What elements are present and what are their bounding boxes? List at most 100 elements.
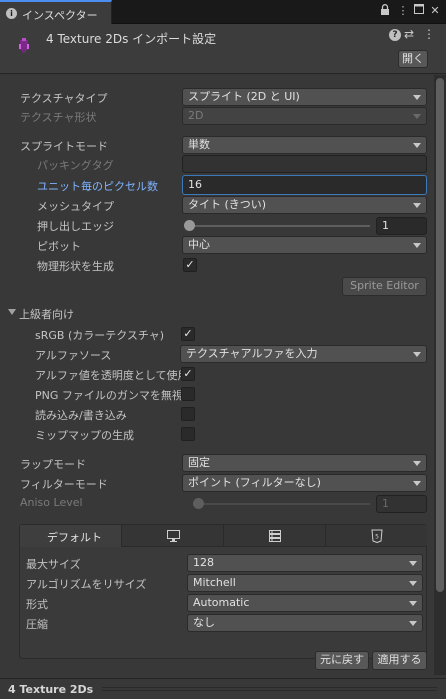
extrude-edges-slider-knob[interactable] bbox=[184, 220, 195, 231]
aniso-slider-track bbox=[198, 503, 370, 505]
mipmaps-checkbox[interactable] bbox=[181, 427, 195, 441]
texture-shape-dropdown: 2D bbox=[182, 107, 427, 125]
chevron-down-icon bbox=[413, 114, 421, 119]
packing-tag-field bbox=[182, 155, 427, 173]
read-write-checkbox[interactable] bbox=[181, 407, 195, 421]
mipmaps-label: ミップマップの生成 bbox=[35, 429, 134, 442]
filter-mode-value: ポイント (フィルターなし) bbox=[188, 476, 321, 489]
max-size-value: 128 bbox=[193, 556, 214, 569]
sprite-mode-value: 単数 bbox=[188, 138, 210, 151]
revert-button[interactable]: 元に戻す bbox=[315, 651, 369, 670]
chevron-down-icon bbox=[409, 601, 417, 606]
texture-type-value: スプライト (2D と UI) bbox=[188, 90, 300, 103]
chevron-down-icon bbox=[413, 143, 421, 148]
open-button[interactable]: 開く bbox=[398, 50, 428, 68]
texture-type-dropdown[interactable]: スプライト (2D と UI) bbox=[182, 88, 427, 106]
tab-server[interactable] bbox=[224, 525, 326, 547]
kebab-menu-icon[interactable]: ⋮ bbox=[396, 4, 410, 18]
texture-asset-icon bbox=[18, 36, 30, 57]
advanced-foldout-label[interactable]: 上級者向け bbox=[19, 306, 74, 322]
preset-icon[interactable]: ⇄ bbox=[404, 27, 414, 41]
drag-handle[interactable] bbox=[102, 687, 437, 688]
monitor-icon bbox=[167, 530, 180, 545]
chevron-down-icon bbox=[413, 352, 421, 357]
sprite-editor-button[interactable]: Sprite Editor bbox=[342, 277, 427, 296]
read-write-label: 読み込み/書き込み bbox=[35, 409, 127, 422]
page-title: 4 Texture 2Ds インポート設定 bbox=[46, 32, 217, 46]
texture-shape-value: 2D bbox=[188, 109, 204, 122]
drag-handle-line bbox=[102, 690, 437, 691]
maximize-icon[interactable] bbox=[412, 4, 426, 18]
extrude-edges-slider-track[interactable] bbox=[189, 225, 370, 227]
compression-value: なし bbox=[193, 616, 215, 629]
preview-header[interactable]: 4 Texture 2Ds bbox=[0, 678, 446, 699]
resize-algorithm-label: アルゴリズムをリサイズ bbox=[26, 578, 147, 591]
chevron-down-icon bbox=[413, 203, 421, 208]
pixels-per-unit-label: ユニット毎のピクセル数 bbox=[37, 180, 158, 193]
kebab-menu-icon[interactable]: ⋮ bbox=[423, 27, 435, 41]
alpha-source-dropdown[interactable]: テクスチャアルファを入力 bbox=[180, 345, 427, 363]
sprite-mode-dropdown[interactable]: 単数 bbox=[182, 136, 427, 154]
lock-icon[interactable] bbox=[378, 4, 392, 18]
tab-default[interactable]: デフォルト bbox=[20, 525, 122, 547]
mesh-type-value: タイト (きつい) bbox=[188, 198, 267, 211]
chevron-down-icon bbox=[413, 243, 421, 248]
max-size-dropdown[interactable]: 128 bbox=[187, 554, 423, 572]
compression-dropdown[interactable]: なし bbox=[187, 614, 423, 632]
format-dropdown[interactable]: Automatic bbox=[187, 594, 423, 612]
pivot-dropdown[interactable]: 中心 bbox=[182, 236, 427, 254]
alpha-source-label: アルファソース bbox=[35, 349, 112, 362]
wrap-mode-dropdown[interactable]: 固定 bbox=[182, 454, 427, 472]
mesh-type-dropdown[interactable]: タイト (きつい) bbox=[182, 196, 427, 214]
ignore-png-gamma-label: PNG ファイルのガンマを無視 bbox=[35, 389, 183, 402]
tab-default-label: デフォルト bbox=[47, 531, 102, 544]
scrollbar-thumb[interactable] bbox=[436, 78, 444, 592]
wrap-mode-label: ラップモード bbox=[20, 458, 86, 471]
tab-inspector-label: インスペクター bbox=[22, 9, 98, 22]
packing-tag-label: パッキングタグ bbox=[37, 159, 114, 172]
generate-physics-label: 物理形状を生成 bbox=[37, 260, 114, 273]
compression-label: 圧縮 bbox=[26, 618, 48, 631]
server-icon bbox=[269, 530, 281, 545]
info-icon: i bbox=[6, 8, 17, 19]
inspector-header: 4 Texture 2Ds インポート設定 ? ⇄ ⋮ 開く bbox=[0, 24, 446, 74]
close-icon[interactable]: ✕ bbox=[428, 4, 442, 18]
filter-mode-label: フィルターモード bbox=[20, 478, 108, 491]
tab-inspector[interactable]: i インスペクター bbox=[0, 0, 112, 24]
ignore-png-gamma-checkbox[interactable] bbox=[181, 387, 195, 401]
preview-title: 4 Texture 2Ds bbox=[8, 683, 94, 696]
filter-mode-dropdown[interactable]: ポイント (フィルターなし) bbox=[182, 474, 427, 492]
mesh-type-label: メッシュタイプ bbox=[37, 200, 114, 213]
generate-physics-checkbox[interactable]: ✓ bbox=[183, 258, 197, 272]
alpha-source-value: テクスチャアルファを入力 bbox=[186, 347, 318, 360]
srgb-label: sRGB (カラーテクスチャ) bbox=[35, 329, 165, 342]
foldout-arrow-icon[interactable] bbox=[8, 309, 16, 315]
format-label: 形式 bbox=[26, 598, 48, 611]
resize-algorithm-dropdown[interactable]: Mitchell bbox=[187, 574, 423, 592]
max-size-label: 最大サイズ bbox=[26, 558, 81, 571]
chevron-down-icon bbox=[409, 581, 417, 586]
chevron-down-icon bbox=[409, 621, 417, 626]
alpha-transparency-checkbox[interactable]: ✓ bbox=[181, 367, 195, 381]
chevron-down-icon bbox=[413, 481, 421, 486]
texture-shape-label: テクスチャ形状 bbox=[20, 111, 97, 124]
tab-webgl[interactable]: 5 bbox=[326, 525, 427, 547]
pivot-label: ピボット bbox=[37, 240, 81, 253]
extrude-edges-input[interactable]: 1 bbox=[376, 217, 427, 235]
pivot-value: 中心 bbox=[188, 238, 210, 251]
aniso-slider-knob bbox=[193, 498, 204, 509]
help-icon[interactable]: ? bbox=[389, 29, 401, 41]
tab-standalone[interactable] bbox=[122, 525, 224, 547]
apply-button[interactable]: 適用する bbox=[372, 651, 427, 670]
chevron-down-icon bbox=[409, 561, 417, 566]
texture-type-label: テクスチャタイプ bbox=[20, 92, 108, 105]
extrude-edges-label: 押し出しエッジ bbox=[37, 220, 114, 233]
pixels-per-unit-input[interactable]: 16 bbox=[182, 175, 427, 195]
aniso-level-label: Aniso Level bbox=[20, 496, 83, 509]
srgb-checkbox[interactable]: ✓ bbox=[181, 327, 195, 341]
html5-icon: 5 bbox=[371, 529, 383, 546]
alpha-transparency-label: アルファ値を透明度として使用 bbox=[35, 369, 189, 382]
resize-algorithm-value: Mitchell bbox=[193, 576, 236, 589]
platform-settings-panel: デフォルト 5 最大サイズ 128 アルゴリズムをリサイズ Mitchell 形… bbox=[19, 524, 427, 659]
sprite-mode-label: スプライトモード bbox=[20, 140, 108, 153]
